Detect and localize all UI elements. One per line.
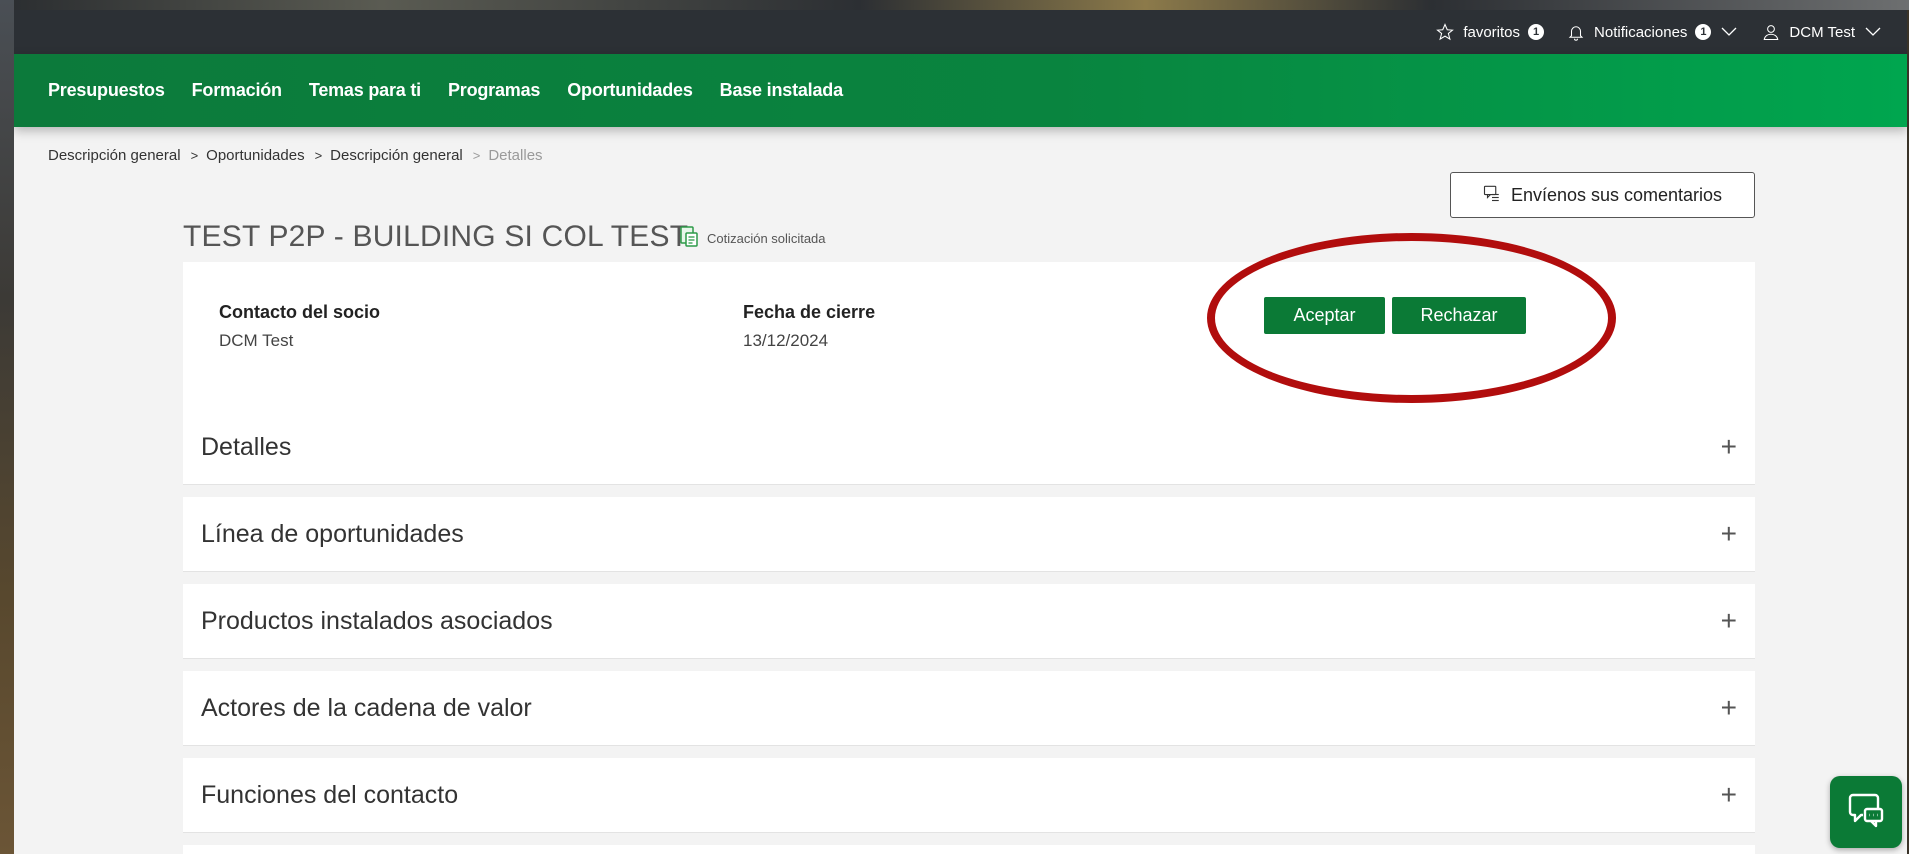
chat-button[interactable] xyxy=(1830,776,1902,848)
partner-contact-value: DCM Test xyxy=(219,331,294,350)
close-date-label: Fecha de cierre xyxy=(743,302,876,322)
accordion-next-partial xyxy=(183,845,1755,854)
accordion-label: Línea de oportunidades xyxy=(201,519,464,548)
close-date-value: 13/12/2024 xyxy=(743,331,829,350)
top-utility-bar: favoritos 1 Notificaciones 1 DCM Test xyxy=(14,10,1907,54)
partner-contact-field: Contacto del socio DCM Test xyxy=(219,302,380,351)
main-navigation: Presupuestos Formación Temas para ti Pro… xyxy=(14,54,1907,127)
reject-button[interactable]: Rechazar xyxy=(1392,297,1526,334)
feedback-icon xyxy=(1483,184,1501,207)
notifications-menu[interactable]: Notificaciones 1 xyxy=(1566,22,1739,42)
chevron-down-icon xyxy=(1719,22,1739,42)
background-photo-left xyxy=(0,0,14,854)
nav-item-presupuestos[interactable]: Presupuestos xyxy=(48,80,165,101)
chat-icon xyxy=(1845,789,1887,836)
breadcrumb-separator: > xyxy=(190,148,199,163)
breadcrumb-separator: > xyxy=(472,148,481,163)
user-label: DCM Test xyxy=(1789,23,1855,41)
accordion-label: Actores de la cadena de valor xyxy=(201,693,532,722)
user-menu[interactable]: DCM Test xyxy=(1761,22,1883,42)
nav-item-formacion[interactable]: Formación xyxy=(192,80,282,101)
breadcrumb-descripcion-general[interactable]: Descripción general xyxy=(48,147,181,164)
accordion-actores-cadena-valor[interactable]: Actores de la cadena de valor + xyxy=(183,671,1755,746)
favorites-count-badge: 1 xyxy=(1528,24,1545,40)
bell-icon xyxy=(1566,22,1586,42)
notifications-count-badge: 1 xyxy=(1695,24,1712,40)
page-title: TEST P2P - BUILDING SI COL TEST xyxy=(183,220,689,253)
breadcrumb-descripcion-general-2[interactable]: Descripción general xyxy=(330,147,463,164)
accordion-detalles[interactable]: Detalles + xyxy=(183,410,1755,485)
accept-button[interactable]: Aceptar xyxy=(1264,297,1385,334)
accordion-label: Detalles xyxy=(201,432,292,461)
accordion-label: Productos instalados asociados xyxy=(201,606,553,635)
plus-icon: + xyxy=(1720,692,1737,723)
favorites-link[interactable]: favoritos 1 xyxy=(1435,22,1545,42)
user-icon xyxy=(1761,22,1781,42)
background-photo-top xyxy=(0,0,1909,10)
breadcrumb-separator: > xyxy=(314,148,323,163)
accordion-productos-instalados[interactable]: Productos instalados asociados + xyxy=(183,584,1755,659)
status-badge: Cotización solicitada xyxy=(679,226,826,251)
document-icon xyxy=(679,226,699,251)
summary-card: Contacto del socio DCM Test Fecha de cie… xyxy=(183,262,1755,410)
accordion-label: Funciones del contacto xyxy=(201,780,459,809)
accordion-funciones-contacto[interactable]: Funciones del contacto + xyxy=(183,758,1755,833)
notifications-label: Notificaciones xyxy=(1594,23,1688,41)
breadcrumb: Descripción general > Oportunidades > De… xyxy=(48,147,543,164)
close-date-field: Fecha de cierre 13/12/2024 xyxy=(743,302,875,351)
status-label: Cotización solicitada xyxy=(707,231,826,246)
nav-item-temas-para-ti[interactable]: Temas para ti xyxy=(309,80,421,101)
breadcrumb-detalles: Detalles xyxy=(488,147,543,164)
nav-item-programas[interactable]: Programas xyxy=(448,80,540,101)
breadcrumb-oportunidades[interactable]: Oportunidades xyxy=(206,147,304,164)
favorites-label: favoritos xyxy=(1463,23,1521,41)
feedback-button[interactable]: Envíenos sus comentarios xyxy=(1450,172,1755,218)
app-window: favoritos 1 Notificaciones 1 DCM Test Pr… xyxy=(14,10,1907,854)
nav-item-base-instalada[interactable]: Base instalada xyxy=(720,80,843,101)
plus-icon: + xyxy=(1720,779,1737,810)
accordion-linea-de-oportunidades[interactable]: Línea de oportunidades + xyxy=(183,497,1755,572)
feedback-label: Envíenos sus comentarios xyxy=(1510,184,1723,205)
plus-icon: + xyxy=(1720,431,1737,462)
plus-icon: + xyxy=(1720,605,1737,636)
nav-item-oportunidades[interactable]: Oportunidades xyxy=(567,80,693,101)
chevron-down-icon xyxy=(1863,22,1883,42)
plus-icon: + xyxy=(1720,518,1737,549)
partner-contact-label: Contacto del socio xyxy=(219,302,381,322)
star-icon xyxy=(1435,22,1455,42)
